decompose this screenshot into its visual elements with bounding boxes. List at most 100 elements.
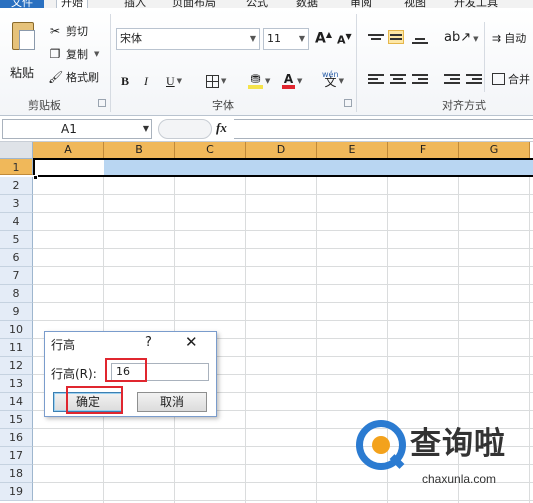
underline-button[interactable]: U ▼ bbox=[166, 72, 182, 90]
format-painter-label: 格式刷 bbox=[66, 71, 99, 84]
name-box[interactable]: A1 ▼ bbox=[2, 119, 152, 139]
row-height-dialog: 行高 ? ✕ 行高(R): 16 确定 取消 bbox=[44, 331, 217, 417]
row-height-label: 行高(R): bbox=[51, 367, 97, 381]
row-header[interactable]: 4 bbox=[0, 213, 33, 231]
group-divider bbox=[110, 14, 111, 112]
row-header[interactable]: 17 bbox=[0, 447, 33, 465]
tab-file[interactable]: 文件 bbox=[0, 0, 44, 8]
tab-insert[interactable]: 插入 bbox=[124, 0, 146, 8]
formula-input[interactable] bbox=[234, 119, 533, 139]
format-painter-button[interactable]: 🖌 格式刷 bbox=[48, 68, 99, 86]
formula-bar-resizer[interactable] bbox=[158, 119, 212, 139]
row-header[interactable]: 10 bbox=[0, 321, 33, 339]
column-header[interactable]: A bbox=[33, 142, 104, 159]
row-header[interactable]: 7 bbox=[0, 267, 33, 285]
font-size-value: 11 bbox=[267, 32, 281, 45]
italic-button[interactable]: I bbox=[144, 72, 148, 90]
cut-button[interactable]: ✂ 剪切 bbox=[48, 22, 88, 40]
row-header[interactable]: 13 bbox=[0, 375, 33, 393]
row-header[interactable]: 12 bbox=[0, 357, 33, 375]
align-top-icon[interactable] bbox=[368, 32, 384, 46]
watermark: 查询啦 chaxunla.com bbox=[356, 416, 531, 498]
orientation-icon[interactable]: ab↗ ▼ bbox=[444, 30, 479, 45]
row-header[interactable]: 3 bbox=[0, 195, 33, 213]
row-header[interactable]: 5 bbox=[0, 231, 33, 249]
shrink-font-button[interactable]: A▼ bbox=[337, 32, 352, 47]
watermark-brand: 查询啦 bbox=[410, 426, 506, 462]
align-bottom-icon[interactable] bbox=[412, 32, 428, 46]
tab-data[interactable]: 数据 bbox=[296, 0, 318, 8]
phonetic-button[interactable]: wén 文 ▼ bbox=[322, 70, 344, 90]
row-header[interactable]: 1 bbox=[0, 159, 33, 175]
column-header[interactable]: C bbox=[175, 142, 246, 159]
wrap-text-button[interactable]: ⇉ 自动 bbox=[492, 30, 526, 46]
clipboard-dialog-launcher[interactable] bbox=[98, 99, 106, 107]
chevron-down-icon[interactable]: ▼ bbox=[94, 50, 99, 58]
column-header[interactable]: F bbox=[388, 142, 459, 159]
brush-icon: 🖌 bbox=[48, 70, 64, 84]
tab-review[interactable]: 审阅 bbox=[350, 0, 372, 8]
column-header[interactable]: B bbox=[104, 142, 175, 159]
gridline bbox=[33, 320, 533, 321]
tab-developer[interactable]: 开发工具 bbox=[454, 0, 498, 8]
increase-indent-icon[interactable] bbox=[466, 72, 482, 86]
fill-handle[interactable] bbox=[33, 175, 38, 180]
row-header[interactable]: 11 bbox=[0, 339, 33, 357]
alignment-group-label: 对齐方式 bbox=[442, 99, 486, 112]
underline-label: U bbox=[166, 73, 175, 88]
row-header[interactable]: 8 bbox=[0, 285, 33, 303]
watermark-domain: chaxunla.com bbox=[422, 472, 497, 486]
font-color-label: A bbox=[282, 73, 295, 89]
align-right-icon[interactable] bbox=[412, 72, 428, 86]
close-button[interactable]: ✕ bbox=[185, 333, 198, 351]
chevron-down-icon[interactable]: ▼ bbox=[143, 120, 149, 138]
group-divider bbox=[356, 14, 357, 112]
borders-button[interactable]: ▼ bbox=[206, 72, 226, 90]
cancel-button[interactable]: 取消 bbox=[137, 392, 207, 412]
font-size-select[interactable]: 11 ▼ bbox=[263, 28, 309, 50]
group-divider bbox=[484, 22, 485, 92]
merge-center-button[interactable]: 合并 bbox=[492, 71, 530, 87]
bold-button[interactable]: B bbox=[121, 72, 129, 90]
row-header[interactable]: 18 bbox=[0, 465, 33, 483]
tab-view[interactable]: 视图 bbox=[404, 0, 426, 8]
align-center-icon[interactable] bbox=[390, 72, 406, 86]
column-header[interactable]: G bbox=[459, 142, 530, 159]
copy-label: 复制 bbox=[66, 48, 88, 61]
fill-color-button[interactable]: ⛃ ▼ bbox=[248, 72, 270, 90]
copy-button[interactable]: ❐ 复制 ▼ bbox=[48, 45, 100, 63]
tab-page-layout[interactable]: 页面布局 bbox=[172, 0, 216, 8]
paper-icon bbox=[19, 30, 35, 50]
clipboard-group-label: 剪贴板 bbox=[28, 99, 61, 112]
help-button[interactable]: ? bbox=[145, 335, 152, 350]
column-header[interactable]: E bbox=[317, 142, 388, 159]
font-color-button[interactable]: A ▼ bbox=[282, 72, 302, 90]
decrease-indent-icon[interactable] bbox=[444, 72, 460, 86]
insert-function-button[interactable]: fx bbox=[216, 120, 227, 136]
chevron-down-icon: ▼ bbox=[176, 77, 183, 85]
row-header[interactable]: 15 bbox=[0, 411, 33, 429]
row-header[interactable]: 2 bbox=[0, 177, 33, 195]
gridline bbox=[33, 230, 533, 231]
font-name-select[interactable]: 宋体 ▼ bbox=[116, 28, 260, 50]
font-dialog-launcher[interactable] bbox=[344, 99, 352, 107]
tab-formulas[interactable]: 公式 bbox=[246, 0, 268, 8]
row-header[interactable]: 9 bbox=[0, 303, 33, 321]
formula-bar: A1 ▼ fx bbox=[0, 116, 533, 142]
name-box-value: A1 bbox=[61, 122, 77, 136]
tab-home[interactable]: 开始 bbox=[56, 0, 88, 8]
dialog-title: 行高 bbox=[51, 338, 76, 352]
row-header[interactable]: 16 bbox=[0, 429, 33, 447]
font-group-label: 字体 bbox=[212, 99, 234, 112]
row-header[interactable]: 19 bbox=[0, 483, 33, 501]
column-header[interactable]: D bbox=[246, 142, 317, 159]
align-middle-icon[interactable] bbox=[388, 30, 404, 44]
select-all-corner[interactable] bbox=[0, 142, 33, 159]
paste-button[interactable]: 粘贴 bbox=[6, 20, 42, 80]
align-left-icon[interactable] bbox=[368, 72, 384, 86]
row-header[interactable]: 6 bbox=[0, 249, 33, 267]
selection-border bbox=[33, 158, 533, 177]
grow-font-button[interactable]: A▲ bbox=[315, 30, 332, 47]
shrink-font-label: A bbox=[337, 33, 346, 47]
row-header[interactable]: 14 bbox=[0, 393, 33, 411]
